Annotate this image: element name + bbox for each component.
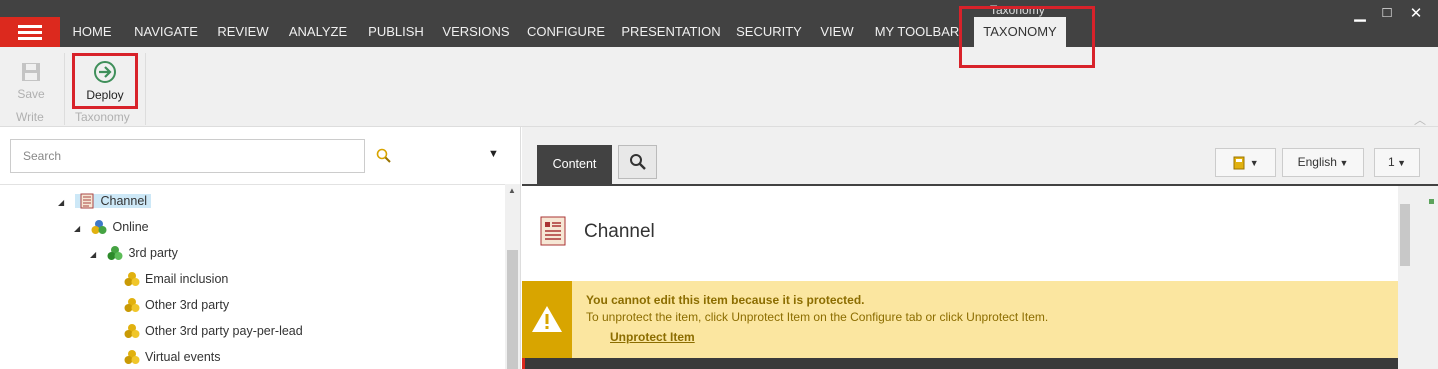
content-tree: ◢ Channel ◢ Online ◢ 3rd party Email inc… [0, 184, 505, 369]
write-group-label: Write [16, 110, 44, 124]
highlight-box-deploy [72, 53, 138, 109]
maximize-icon[interactable]: □ [1377, 4, 1397, 21]
taxonomy-group-icon [107, 245, 123, 260]
tab-home[interactable]: HOME [64, 17, 120, 47]
tab-view[interactable]: VIEW [814, 17, 860, 47]
app-window: HOME NAVIGATE REVIEW ANALYZE PUBLISH VER… [0, 0, 1438, 369]
ribbon-collapse-icon[interactable]: ︿ [1414, 111, 1426, 128]
tree-item-channel[interactable]: ◢ Channel [58, 190, 152, 214]
item-document-icon [540, 216, 566, 246]
taxonomy-leaf-icon [124, 323, 140, 338]
save-button[interactable]: Save [10, 62, 52, 101]
tree-item-other-3rd-party[interactable]: Other 3rd party [124, 294, 229, 316]
ribbon-divider [64, 53, 65, 125]
tab-publish[interactable]: PUBLISH [362, 17, 430, 47]
editor-scrollbar[interactable] [1398, 186, 1418, 369]
editor-pane: Content ▼ English ▼ 1 ▼ Channel You cann… [522, 127, 1438, 369]
tab-navigate[interactable]: NAVIGATE [128, 17, 204, 47]
tree-item-label: Online [112, 220, 149, 234]
tree-search-input[interactable]: Search [10, 139, 365, 173]
ribbon: Save Write Deploy Taxonomy ︿ [0, 47, 1438, 127]
tab-security[interactable]: SECURITY [732, 17, 806, 47]
tree-item-label: Other 3rd party [145, 298, 230, 312]
tab-content[interactable]: Content [537, 145, 612, 184]
search-options-dropdown-icon[interactable]: ▼ [488, 148, 499, 160]
tree-item-label: Channel [100, 194, 148, 208]
scroll-up-icon[interactable]: ▲ [508, 186, 516, 195]
search-tab-button[interactable] [618, 145, 657, 179]
document-icon [80, 193, 94, 209]
taxonomy-leaf-icon [124, 271, 140, 286]
ribbon-divider [145, 53, 146, 125]
hamburger-menu-button[interactable] [0, 17, 60, 47]
save-icon [22, 63, 40, 81]
unprotect-item-link[interactable]: Unprotect Item [610, 330, 695, 344]
version-label: 1 [1387, 155, 1395, 169]
save-label: Save [17, 87, 45, 101]
collapse-arrow-icon[interactable]: ◢ [58, 192, 72, 214]
tree-item-online[interactable]: ◢ Online [74, 216, 149, 238]
validation-status-indicator [1429, 199, 1434, 204]
language-dropdown[interactable]: English ▼ [1282, 148, 1364, 177]
tab-presentation[interactable]: PRESENTATION [618, 17, 724, 47]
item-navigator-button[interactable]: ▼ [1215, 148, 1276, 177]
collapse-arrow-icon[interactable]: ◢ [90, 244, 104, 266]
tab-my-toolbar[interactable]: MY TOOLBAR [870, 17, 964, 47]
search-icon [630, 154, 646, 170]
tree-item-virtual-events[interactable]: Virtual events [124, 346, 221, 368]
tab-configure[interactable]: CONFIGURE [522, 17, 610, 47]
tree-item-label: Other 3rd party pay-per-lead [145, 324, 303, 338]
tree-scrollbar[interactable]: ▲ [505, 184, 520, 369]
scrollbar-thumb[interactable] [507, 250, 518, 369]
tab-versions[interactable]: VERSIONS [438, 17, 514, 47]
taxonomy-node-icon [91, 219, 107, 234]
tree-item-email-inclusion[interactable]: Email inclusion [124, 268, 228, 290]
protected-warning-banner: You cannot edit this item because it is … [522, 281, 1398, 358]
language-label: English [1297, 155, 1337, 169]
warning-title: You cannot edit this item because it is … [586, 293, 865, 307]
tree-item-other-3rd-party-ppl[interactable]: Other 3rd party pay-per-lead [124, 320, 303, 342]
close-icon[interactable]: ✕ [1406, 4, 1426, 22]
collapse-arrow-icon[interactable]: ◢ [74, 218, 88, 240]
warning-icon-area [522, 281, 572, 358]
warning-text: To unprotect the item, click Unprotect I… [586, 310, 1049, 324]
item-title: Channel [584, 221, 655, 242]
taxonomy-group-label: Taxonomy [75, 110, 130, 124]
taxonomy-leaf-icon [124, 297, 140, 312]
search-icon[interactable] [375, 147, 393, 165]
tab-review[interactable]: REVIEW [212, 17, 274, 47]
version-dropdown[interactable]: 1 ▼ [1374, 148, 1420, 177]
content-tree-pane: Search ▼ ◢ Channel ◢ Online ◢ 3rd party … [0, 127, 521, 369]
tree-item-label: 3rd party [128, 246, 178, 260]
book-icon [1233, 156, 1245, 170]
section-header-bar [522, 358, 1398, 369]
scrollbar-thumb[interactable] [1400, 204, 1410, 266]
top-menu-bar: HOME NAVIGATE REVIEW ANALYZE PUBLISH VER… [0, 0, 1438, 47]
minimize-icon[interactable]: ▁ [1350, 4, 1370, 22]
warning-icon [532, 306, 562, 332]
tab-analyze[interactable]: ANALYZE [282, 17, 354, 47]
content-editor: Channel You cannot edit this item becaus… [522, 186, 1398, 369]
highlight-box-taxonomy-tab [959, 6, 1095, 68]
tree-item-3rd-party[interactable]: ◢ 3rd party [90, 242, 178, 264]
tree-item-label: Virtual events [145, 350, 221, 364]
tree-item-label: Email inclusion [145, 272, 229, 286]
taxonomy-leaf-icon [124, 349, 140, 364]
